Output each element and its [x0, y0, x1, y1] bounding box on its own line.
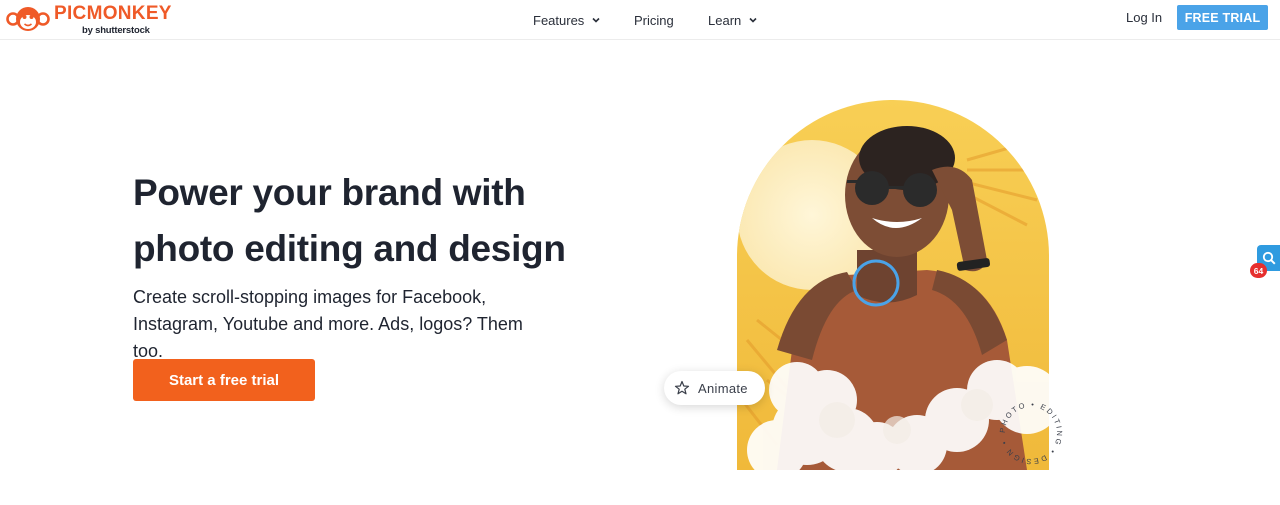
login-link[interactable]: Log In	[1126, 0, 1162, 36]
headline-line-1: Power your brand with	[133, 172, 526, 213]
hero-headline: Power your brand with photo editing and …	[133, 165, 613, 277]
nav-learn[interactable]: Learn	[708, 0, 758, 40]
hero-subtext: Create scroll-stopping images for Facebo…	[133, 284, 553, 365]
site-header: PICMONKEY by shutterstock Features Prici…	[0, 0, 1280, 40]
search-icon	[1262, 251, 1276, 265]
nav-features-label: Features	[533, 12, 585, 28]
animate-chip[interactable]: Animate	[664, 371, 765, 405]
free-trial-button[interactable]: FREE TRIAL	[1177, 5, 1268, 30]
start-free-trial-button[interactable]: Start a free trial	[133, 359, 315, 401]
svg-text:PHOTO • EDITING • DESIGN •: PHOTO • EDITING • DESIGN •	[998, 400, 1064, 466]
monkey-logo-icon	[6, 7, 50, 31]
subtext-line-2: Instagram, Youtube and more. Ads, logos?…	[133, 314, 523, 361]
brand-logo[interactable]: PICMONKEY by shutterstock	[6, 2, 171, 36]
sparkle-star-icon	[674, 380, 690, 395]
photo-editing-design-badge: PHOTO • EDITING • DESIGN •	[998, 400, 1064, 466]
brand-tagline: by shutterstock	[82, 25, 150, 36]
headline-line-2: photo editing and design	[133, 228, 566, 269]
nav-features[interactable]: Features	[533, 0, 601, 40]
chevron-down-icon	[749, 17, 757, 23]
brand-name: PICMONKEY	[54, 3, 172, 24]
notification-count-badge: 64	[1250, 263, 1267, 278]
nav-pricing-label: Pricing	[634, 12, 674, 28]
animate-chip-label: Animate	[698, 380, 748, 396]
nav-learn-label: Learn	[708, 12, 742, 28]
subtext-line-1: Create scroll-stopping images for Facebo…	[133, 287, 487, 307]
badge-text: PHOTO • EDITING • DESIGN •	[998, 400, 1062, 466]
nav-pricing[interactable]: Pricing	[634, 0, 674, 40]
chevron-down-icon	[592, 17, 600, 23]
